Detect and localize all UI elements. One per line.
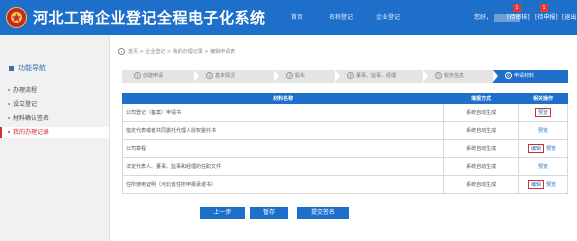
sidebar-item-establish[interactable]: 设立登记	[0, 99, 109, 110]
table-header-row: 材料名称 填报方式 相关操作	[121, 93, 568, 104]
material-name: 公司章程	[121, 139, 445, 158]
nav-name-registration[interactable]: 名称登记	[329, 12, 353, 21]
step-number: 2	[206, 72, 213, 79]
ops-cell: 预览	[518, 121, 568, 140]
ops-cell: 预览	[518, 157, 568, 176]
menu-square-icon	[9, 65, 14, 71]
step-label: 基本情况	[215, 73, 236, 79]
sidebar-item-process[interactable]: 办理流程	[0, 85, 109, 96]
step-5[interactable]: 5 税务信息	[423, 70, 493, 83]
step-6-current[interactable]: 6 申请材料	[493, 70, 568, 83]
preview-button[interactable]: 预览	[544, 145, 558, 152]
step-3[interactable]: 3 股东	[274, 70, 335, 83]
fill-method: 系统自动生成	[443, 121, 520, 140]
step-label: 股东	[295, 73, 306, 79]
bullet-icon	[8, 117, 10, 119]
pending-approval-link[interactable]: [待审核]	[507, 12, 530, 21]
col-header-name: 材料名称	[121, 93, 445, 104]
top-header: 河北工商企业登记全程电子化系统 首页 名称登记 企业登记 您好， 1 [待审核]…	[0, 0, 577, 35]
fill-method: 系统自动生成	[443, 139, 520, 158]
badge-declare-count: 1	[540, 4, 548, 12]
prev-step-button[interactable]: 上一步	[200, 207, 245, 219]
badge-approval-count: 1	[513, 4, 521, 12]
ops-cell: 预览	[518, 103, 568, 122]
table-row: 法定代表人、董事、监事和经理的任职文件 系统自动生成 预览	[121, 157, 568, 176]
fill-method: 系统自动生成	[443, 103, 520, 122]
preview-button[interactable]: 预览	[536, 127, 550, 134]
step-arrow	[423, 70, 428, 82]
step-number: 1	[134, 72, 141, 79]
sidebar-item-label: 办理流程	[13, 87, 38, 94]
col-header-method: 填报方式	[443, 93, 520, 104]
sidebar-item-sign[interactable]: 材料确认签名	[0, 113, 109, 124]
submit-sign-button[interactable]: 提交签名	[297, 207, 349, 219]
table-row: 公司登记（备案）申请书 系统自动生成 预览	[121, 103, 568, 122]
material-name: 公司登记（备案）申请书	[121, 103, 445, 122]
step-label: 申请材料	[514, 73, 535, 79]
preview-button[interactable]: 预览	[535, 108, 552, 117]
preview-button[interactable]: 预览	[536, 163, 550, 170]
step-arrow	[194, 70, 199, 82]
breadcrumb-text[interactable]: 首页 > 企业登记 > 我的办理记录 > 编辑申请表	[128, 49, 235, 55]
save-draft-button[interactable]: 暂存	[250, 207, 288, 219]
material-name: 法定代表人、董事、监事和经理的任职文件	[121, 157, 445, 176]
sidebar: 功能导航 办理流程 设立登记 材料确认签名 我的办理记录	[0, 35, 110, 241]
breadcrumb: 首页 > 企业登记 > 我的办理记录 > 编辑申请表	[118, 48, 235, 55]
greeting-text: 您好，	[474, 14, 493, 21]
sidebar-item-label: 设立登记	[13, 101, 38, 108]
edit-button[interactable]: 编辑	[527, 180, 544, 189]
step-number: 6	[505, 72, 512, 79]
step-arrow	[274, 70, 279, 82]
location-pin-icon	[118, 48, 125, 55]
material-name: 指定代表或者共同委托代理人授权委托书	[121, 121, 445, 140]
sidebar-heading: 功能导航	[9, 63, 46, 73]
sidebar-item-label: 材料确认签名	[13, 115, 50, 122]
fill-method: 系统自动生成	[443, 175, 520, 194]
ops-cell: 编辑 预览	[518, 175, 568, 194]
step-4[interactable]: 4 董事、监事、经理	[335, 70, 423, 83]
bullet-icon	[8, 103, 10, 105]
step-label: 董事、监事、经理	[356, 73, 397, 79]
progress-steps: 1 创建申请 2 基本情况 3 股东 4 董事、监事、经理 5 税务信息 6 申请材料	[122, 70, 568, 83]
material-name: 住所使用证明（河北省住所申报承诺书）	[121, 175, 445, 194]
nav-home[interactable]: 首页	[291, 12, 303, 21]
sidebar-heading-label: 功能导航	[18, 64, 46, 72]
step-arrow	[493, 70, 498, 82]
preview-button[interactable]: 预览	[544, 181, 558, 188]
bullet-icon	[8, 131, 10, 133]
col-header-ops: 相关操作	[518, 93, 568, 104]
step-label: 创建申请	[143, 73, 164, 79]
step-1[interactable]: 1 创建申请	[122, 70, 194, 83]
step-arrow	[335, 70, 340, 82]
fill-method: 系统自动生成	[443, 157, 520, 176]
ops-cell: 编辑 预览	[518, 139, 568, 158]
page: 河北工商企业登记全程电子化系统 首页 名称登记 企业登记 您好， 1 [待审核]…	[0, 0, 577, 241]
bullet-icon	[8, 89, 10, 91]
sidebar-item-label: 我的办理记录	[13, 129, 50, 136]
table-row: 住所使用证明（河北省住所申报承诺书） 系统自动生成 编辑 预览	[121, 175, 568, 194]
emblem-logo-icon	[6, 7, 27, 28]
step-2[interactable]: 2 基本情况	[194, 70, 274, 83]
step-number: 3	[286, 72, 293, 79]
step-number: 4	[347, 72, 354, 79]
table-row: 指定代表或者共同委托代理人授权委托书 系统自动生成 预览	[121, 121, 568, 140]
nav-company-registration[interactable]: 企业登记	[376, 12, 400, 21]
pending-declare-link[interactable]: [待申报]	[535, 12, 558, 21]
step-label: 税务信息	[444, 73, 465, 79]
step-number: 5	[435, 72, 442, 79]
logout-link[interactable]: [退出	[562, 12, 576, 21]
site-title: 河北工商企业登记全程电子化系统	[33, 9, 266, 27]
materials-table: 材料名称 填报方式 相关操作 公司登记（备案）申请书 系统自动生成 预览 指定代…	[121, 93, 568, 194]
sidebar-item-my-records[interactable]: 我的办理记录	[0, 127, 109, 138]
edit-button[interactable]: 编辑	[527, 144, 544, 153]
table-row: 公司章程 系统自动生成 编辑 预览	[121, 139, 568, 158]
